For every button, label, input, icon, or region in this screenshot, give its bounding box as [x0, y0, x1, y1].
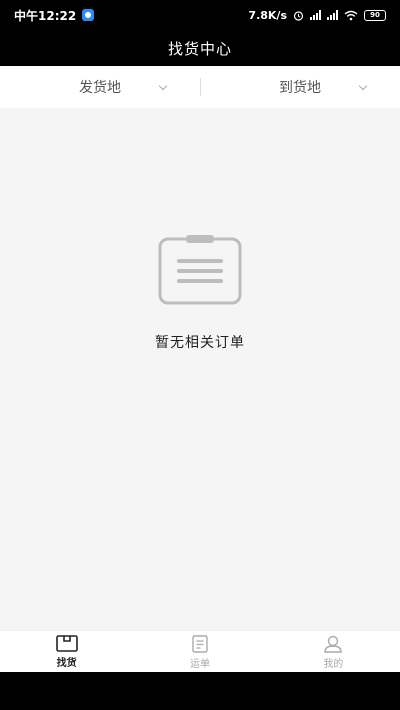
tab-label: 我的	[323, 659, 344, 670]
page-title: 找货中心	[167, 39, 232, 58]
filter-destination-label: 到货地	[279, 80, 321, 96]
tab-label: 找货	[56, 658, 77, 669]
system-navigation-bar	[0, 672, 400, 710]
document-icon	[192, 635, 208, 653]
network-speed: 7.8K/s	[248, 8, 287, 22]
title-bar: 找货中心	[0, 30, 400, 66]
status-right: 7.8K/s 90	[248, 9, 386, 22]
bottom-tab-bar: 找货 运单 我的	[0, 630, 400, 672]
empty-state-message: 暂无相关订单	[155, 335, 245, 351]
signal-icon	[310, 10, 321, 20]
box-icon	[55, 635, 78, 652]
filter-origin[interactable]: 发货地	[0, 66, 200, 108]
app-screen: 中午12:22 7.8K/s 90 找货中心 发货地 到货地 暂无相关订单 找货…	[0, 0, 400, 710]
alarm-icon	[293, 10, 304, 21]
status-left: 中午12:22	[14, 7, 95, 24]
signal-2-icon	[327, 10, 338, 20]
filter-destination[interactable]: 到货地	[200, 66, 400, 108]
wifi-icon	[344, 10, 358, 20]
battery-icon: 90	[364, 9, 386, 21]
filter-bar: 发货地 到货地	[0, 66, 400, 108]
order-list-area[interactable]: 暂无相关订单	[0, 108, 400, 630]
tab-label: 运单	[189, 659, 210, 670]
status-time: 中午12:22	[14, 8, 77, 23]
tab-find-goods[interactable]: 找货	[0, 631, 133, 672]
tab-mine[interactable]: 我的	[267, 631, 400, 672]
filter-origin-label: 发货地	[79, 80, 121, 96]
chevron-down-icon	[358, 81, 368, 91]
clipboard-icon	[158, 235, 242, 305]
status-bar: 中午12:22 7.8K/s 90	[0, 0, 400, 30]
user-icon	[324, 635, 343, 653]
tab-waybill[interactable]: 运单	[133, 631, 266, 672]
chevron-down-icon	[158, 81, 168, 91]
notification-app-icon	[82, 9, 95, 21]
